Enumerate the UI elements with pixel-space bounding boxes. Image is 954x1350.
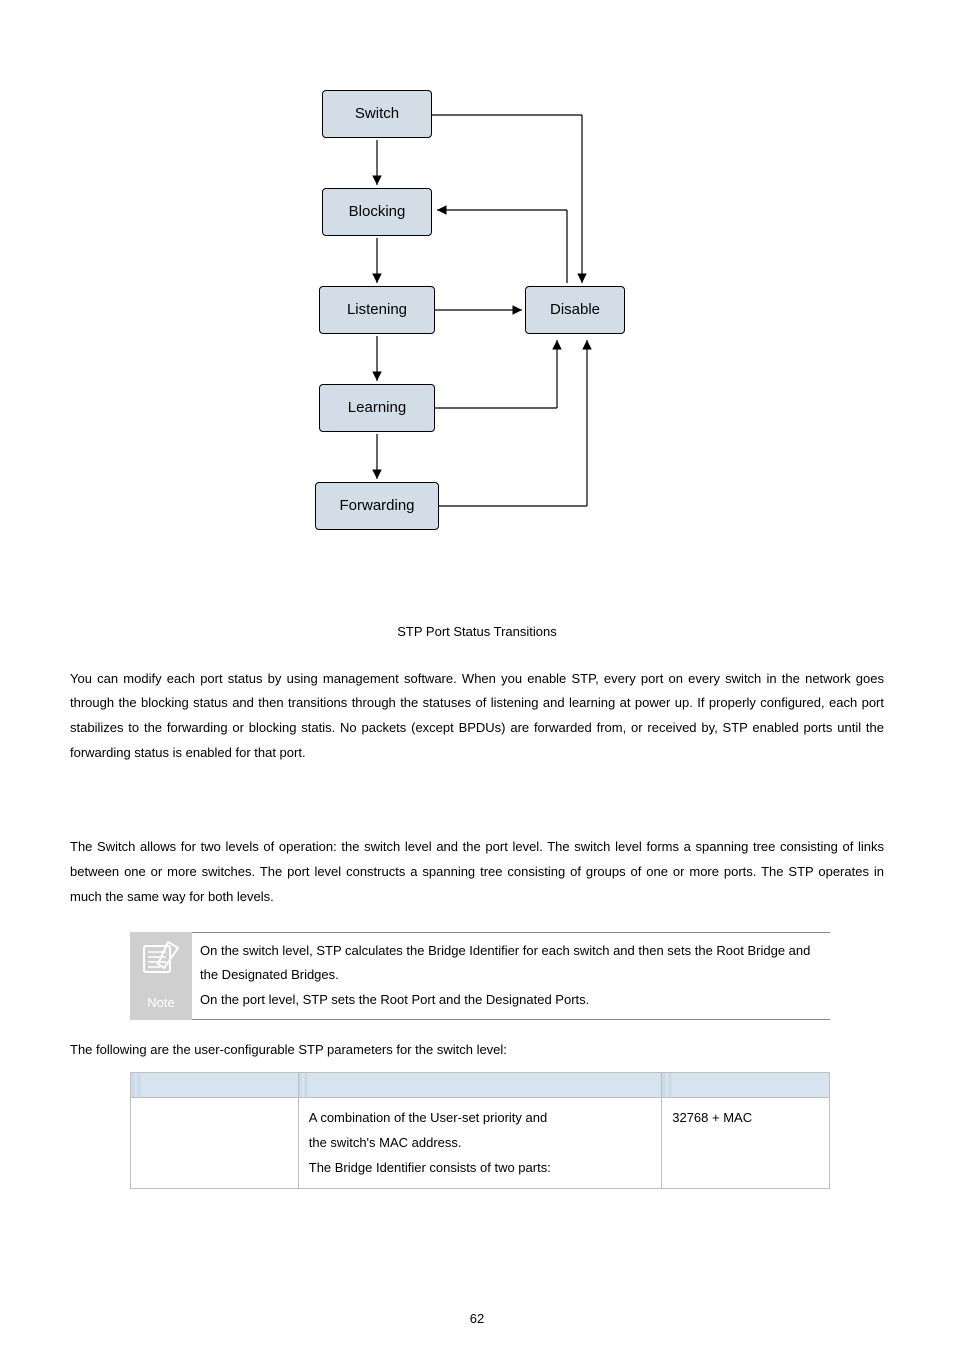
stp-state-diagram: Switch Blocking Listening Disable Learni…	[267, 80, 687, 590]
node-disable: Disable	[525, 286, 625, 334]
node-label: Disable	[550, 296, 600, 325]
node-forwarding: Forwarding	[315, 482, 439, 530]
node-learning: Learning	[319, 384, 435, 432]
notepad-icon	[140, 938, 182, 976]
note-line: On the switch level, STP calculates the …	[200, 943, 810, 983]
table-header-row	[131, 1073, 830, 1098]
node-listening: Listening	[319, 286, 435, 334]
cell-param	[131, 1098, 299, 1189]
body-paragraph: The Switch allows for two levels of oper…	[70, 835, 884, 909]
table-row: A combination of the User-set priority a…	[131, 1098, 830, 1189]
node-label: Learning	[348, 394, 406, 423]
note-icon: Note	[130, 932, 192, 1020]
page-number: 62	[0, 1307, 954, 1332]
node-label: Blocking	[349, 198, 406, 227]
stp-params-table: A combination of the User-set priority a…	[130, 1072, 830, 1189]
node-label: Switch	[355, 100, 399, 129]
cell-default: 32768 + MAC	[662, 1098, 830, 1189]
node-switch: Switch	[322, 90, 432, 138]
body-paragraph: The following are the user-configurable …	[70, 1038, 884, 1063]
cell-description: A combination of the User-set priority a…	[298, 1098, 661, 1189]
note-label: Note	[147, 991, 174, 1016]
node-label: Listening	[347, 296, 407, 325]
note-line: On the port level, STP sets the Root Por…	[200, 992, 589, 1007]
note-block: Note On the switch level, STP calculates…	[130, 932, 830, 1020]
diagram-caption: STP Port Status Transitions	[70, 620, 884, 645]
note-text: On the switch level, STP calculates the …	[192, 932, 830, 1020]
node-blocking: Blocking	[322, 188, 432, 236]
node-label: Forwarding	[339, 492, 414, 521]
body-paragraph: You can modify each port status by using…	[70, 667, 884, 766]
